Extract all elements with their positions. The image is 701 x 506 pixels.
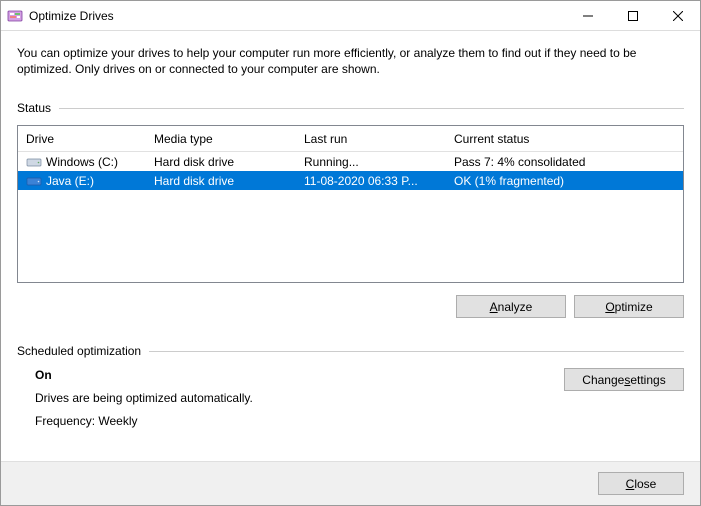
titlebar: Optimize Drives [1, 1, 700, 31]
scheduled-frequency: Frequency: Weekly [35, 414, 564, 428]
scheduled-label: Scheduled optimization [17, 344, 141, 358]
drive-cell: Windows (C:) [18, 155, 146, 169]
window-controls [565, 1, 700, 30]
scheduled-text: On Drives are being optimized automatica… [17, 368, 564, 437]
scheduled-heading-row: Scheduled optimization [17, 344, 684, 358]
drive-name: Windows (C:) [46, 155, 118, 169]
media-cell: Hard disk drive [146, 174, 296, 188]
drive-name: Java (E:) [46, 174, 94, 188]
drive-row[interactable]: Windows (C:) Hard disk drive Running... … [18, 152, 683, 171]
status-cell: Pass 7: 4% consolidated [446, 155, 662, 169]
column-media-type[interactable]: Media type [146, 126, 296, 151]
change-settings-button[interactable]: Change settings [564, 368, 684, 391]
optimize-drives-icon [7, 8, 23, 24]
drive-icon [26, 156, 42, 168]
analyze-button[interactable]: Analyze [456, 295, 566, 318]
drive-icon [26, 175, 42, 187]
drive-cell: Java (E:) [18, 174, 146, 188]
scheduled-on: On [35, 368, 564, 382]
optimize-button[interactable]: Optimize [574, 295, 684, 318]
lastrun-cell: Running... [296, 155, 446, 169]
status-heading-row: Status [17, 101, 684, 115]
scheduled-button-col: Change settings [564, 368, 684, 437]
column-current-status[interactable]: Current status [446, 126, 662, 151]
drives-list[interactable]: Drive Media type Last run Current status… [17, 125, 684, 283]
drives-rows: Windows (C:) Hard disk drive Running... … [18, 152, 683, 282]
scheduled-desc: Drives are being optimized automatically… [35, 391, 564, 405]
lastrun-cell: 11-08-2020 06:33 P... [296, 174, 446, 188]
content-area: You can optimize your drives to help you… [1, 31, 700, 461]
status-divider [59, 108, 684, 109]
close-dialog-button[interactable]: Close [598, 472, 684, 495]
column-last-run[interactable]: Last run [296, 126, 446, 151]
status-label: Status [17, 101, 51, 115]
maximize-button[interactable] [610, 1, 655, 30]
status-cell: OK (1% fragmented) [446, 174, 662, 188]
scheduled-divider [149, 351, 684, 352]
close-button[interactable] [655, 1, 700, 30]
media-cell: Hard disk drive [146, 155, 296, 169]
intro-text: You can optimize your drives to help you… [17, 45, 684, 77]
drive-row[interactable]: Java (E:) Hard disk drive 11-08-2020 06:… [18, 171, 683, 190]
drives-actions: Analyze Optimize [17, 295, 684, 318]
column-drive[interactable]: Drive [18, 126, 146, 151]
window-title: Optimize Drives [29, 9, 565, 23]
footer: Close [1, 461, 700, 505]
minimize-button[interactable] [565, 1, 610, 30]
drives-header: Drive Media type Last run Current status [18, 126, 683, 152]
scheduled-block: On Drives are being optimized automatica… [17, 368, 684, 437]
